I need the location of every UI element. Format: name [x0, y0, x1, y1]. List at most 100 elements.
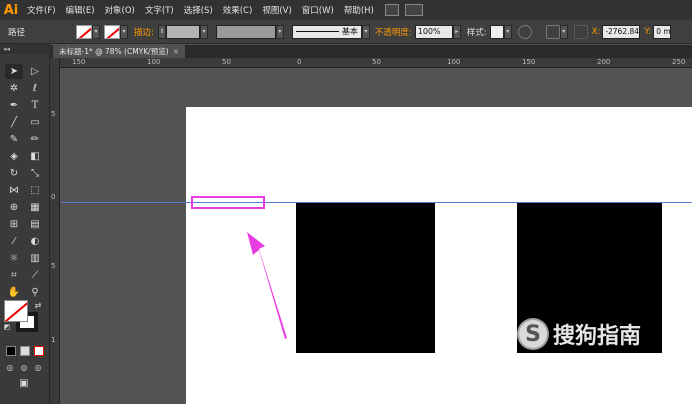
- ruler-label: 5: [51, 110, 56, 118]
- stroke-weight-field[interactable]: [165, 24, 200, 39]
- free-transform-tool-icon[interactable]: ⬚: [26, 183, 44, 198]
- x-field[interactable]: -2762.84: [602, 24, 641, 39]
- eyedropper-tool-icon[interactable]: ⁄: [5, 234, 23, 249]
- zoom-tool-icon[interactable]: ⚲: [26, 285, 44, 300]
- gradient-tool-icon[interactable]: ▤: [26, 217, 44, 232]
- eraser-tool-icon[interactable]: ◧: [26, 149, 44, 164]
- arrange-documents-icon[interactable]: [404, 4, 423, 16]
- brush-definition-label: 基本: [341, 27, 358, 36]
- stroke-none-swatch[interactable]: [104, 24, 120, 39]
- style-label: 样式:: [466, 27, 487, 38]
- control-bar: 路径 ▾ ▾ 描边: ⇕ ▾ ▾ 基本 ▾ 不透明度: 100% ▸ 样式: ▾…: [0, 20, 692, 44]
- x-label: X:: [591, 26, 601, 37]
- menu-select[interactable]: 选择(S): [179, 4, 218, 16]
- stroke-dropdown[interactable]: ▾: [120, 24, 128, 39]
- blob-brush-tool-icon[interactable]: ◈: [5, 149, 23, 164]
- ruler-label: 1: [51, 336, 56, 344]
- toolbar-collapse-handle[interactable]: ◂◂: [0, 44, 50, 54]
- tools-panel: ➤ ▷ ✲ ℓ ✒ T ╱ ▭ ✎ ✏ ◈ ◧ ↻ ⤡ ⋈ ⬚ ⊕ ▦ ⊞ ▤ …: [0, 54, 50, 404]
- screen-mode-icon[interactable]: ▣: [14, 376, 34, 391]
- app-logo: Ai: [3, 2, 19, 18]
- draw-inside-icon[interactable]: ◎: [31, 360, 45, 375]
- hand-tool-icon[interactable]: ✋: [5, 285, 23, 300]
- close-tab-icon[interactable]: ×: [173, 47, 179, 56]
- menu-effect[interactable]: 效果(C): [218, 4, 258, 16]
- brush-stroke-line: [295, 31, 339, 32]
- menu-file[interactable]: 文件(F): [22, 4, 61, 16]
- align-icon[interactable]: [545, 24, 560, 39]
- bridge-icon[interactable]: [384, 4, 399, 16]
- brush-definition[interactable]: 基本: [291, 24, 362, 39]
- illustrator-window: Ai 文件(F) 编辑(E) 对象(O) 文字(T) 选择(S) 效果(C) 视…: [0, 0, 692, 404]
- vertical-ruler[interactable]: 5 0 5 1: [50, 58, 60, 404]
- horizontal-ruler[interactable]: 150 100 50 0 50 100 150 200 250: [60, 58, 692, 68]
- none-mode-icon[interactable]: [34, 346, 44, 356]
- variable-width-profile[interactable]: [215, 24, 276, 39]
- artboard-tool-icon[interactable]: ⌗: [5, 268, 23, 283]
- gradient-mode-icon[interactable]: [20, 346, 30, 356]
- graphic-style-swatch[interactable]: [489, 24, 504, 39]
- watermark: S 搜狗指南: [517, 318, 641, 350]
- pencil-tool-icon[interactable]: ✏: [26, 132, 44, 147]
- pen-tool-icon[interactable]: ✒: [5, 98, 23, 113]
- shape-builder-tool-icon[interactable]: ⊕: [5, 200, 23, 215]
- stroke-weight-stepper[interactable]: ⇕: [157, 24, 166, 39]
- ruler-label: 200: [597, 58, 611, 66]
- paintbrush-tool-icon[interactable]: ✎: [5, 132, 23, 147]
- recolor-artwork-icon[interactable]: [517, 24, 532, 39]
- rotate-tool-icon[interactable]: ↻: [5, 166, 23, 181]
- document-tab[interactable]: 未标题-1* @ 78% (CMYK/预览) ×: [53, 45, 185, 58]
- lasso-tool-icon[interactable]: ℓ: [26, 81, 44, 96]
- rectangle-tool-icon[interactable]: ▭: [26, 115, 44, 130]
- draw-behind-icon[interactable]: ◎: [17, 360, 31, 375]
- fill-color-box[interactable]: [4, 300, 28, 322]
- blend-tool-icon[interactable]: ◐: [26, 234, 44, 249]
- perspective-grid-tool-icon[interactable]: ▦: [26, 200, 44, 215]
- ruler-label: 0: [297, 58, 302, 66]
- ruler-label: 150: [522, 58, 536, 66]
- ruler-label: 100: [147, 58, 161, 66]
- default-fill-stroke-icon[interactable]: ◩: [2, 322, 12, 332]
- stroke-label[interactable]: 描边:: [134, 26, 154, 38]
- color-mode-icon[interactable]: [6, 346, 16, 356]
- draw-normal-icon[interactable]: ◎: [3, 360, 17, 375]
- ruler-label: 150: [72, 58, 86, 66]
- ruler-label: 50: [222, 58, 231, 66]
- slice-tool-icon[interactable]: ⟋: [26, 268, 44, 283]
- mesh-tool-icon[interactable]: ⊞: [5, 217, 23, 232]
- opacity-field[interactable]: 100%: [414, 24, 453, 39]
- swap-fill-stroke-icon[interactable]: ⇄: [32, 300, 44, 310]
- direct-selection-tool-icon[interactable]: ▷: [26, 64, 44, 79]
- fill-none-swatch[interactable]: [76, 24, 92, 39]
- menu-view[interactable]: 视图(V): [257, 4, 296, 16]
- profile-dropdown[interactable]: ▾: [275, 24, 284, 39]
- magic-wand-tool-icon[interactable]: ✲: [5, 81, 23, 96]
- menu-window[interactable]: 窗口(W): [297, 4, 339, 16]
- menu-help[interactable]: 帮助(H): [339, 4, 379, 16]
- type-tool-icon[interactable]: T: [26, 98, 44, 113]
- line-segment-tool-icon[interactable]: ╱: [5, 115, 23, 130]
- menu-type[interactable]: 文字(T): [140, 4, 179, 16]
- graphic-style-dropdown[interactable]: ▾: [503, 24, 512, 39]
- ruler-label: 100: [447, 58, 461, 66]
- stroke-weight-dropdown[interactable]: ▾: [199, 24, 208, 39]
- scale-tool-icon[interactable]: ⤡: [26, 166, 44, 181]
- symbol-sprayer-tool-icon[interactable]: ☼: [5, 251, 23, 266]
- transform-reference-icon[interactable]: [573, 24, 588, 39]
- watermark-text: 搜狗指南: [553, 324, 642, 349]
- align-dropdown[interactable]: ▾: [559, 24, 568, 39]
- opacity-label[interactable]: 不透明度:: [375, 26, 412, 38]
- brush-dropdown[interactable]: ▾: [361, 24, 370, 39]
- y-label: Y:: [644, 26, 652, 37]
- width-tool-icon[interactable]: ⋈: [5, 183, 23, 198]
- fill-dropdown[interactable]: ▾: [92, 24, 100, 39]
- canvas[interactable]: [61, 69, 692, 404]
- opacity-dropdown[interactable]: ▸: [452, 24, 461, 39]
- selection-tool-icon[interactable]: ➤: [5, 64, 23, 79]
- column-graph-tool-icon[interactable]: ▥: [26, 251, 44, 266]
- y-field[interactable]: 0 m: [653, 24, 672, 39]
- menu-object[interactable]: 对象(O): [100, 4, 140, 16]
- ruler-label: 0: [51, 193, 56, 201]
- menu-edit[interactable]: 编辑(E): [61, 4, 100, 16]
- watermark-logo: S: [517, 318, 549, 350]
